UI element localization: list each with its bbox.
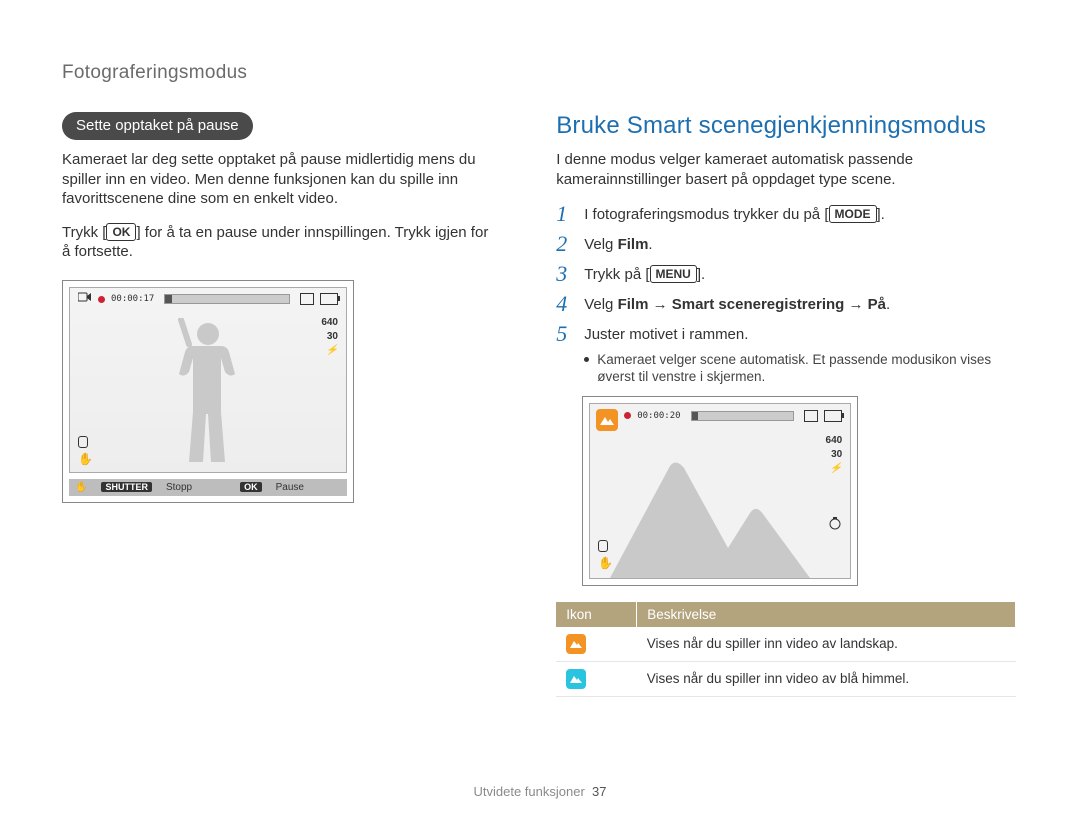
battery-icon: [320, 293, 338, 305]
landscape-icon: [566, 634, 586, 654]
step-number: 4: [556, 293, 572, 315]
table-cell-desc: Vises når du spiller inn video av blå hi…: [637, 661, 1016, 696]
shutter-action: Stopp: [166, 482, 192, 493]
record-dot-icon: [98, 296, 105, 303]
stabilize-footer-icon: ✋: [75, 482, 87, 493]
lcd-footer: ✋ SHUTTER Stopp OK Pause: [69, 479, 347, 496]
step-5: 5 Juster motivet i rammen. Kameraet velg…: [556, 323, 1020, 386]
page-footer: Utvidete funksjoner 37: [0, 784, 1080, 799]
step-number: 5: [556, 323, 572, 386]
step-1: 1 I fotograferingsmodus trykker du på [M…: [556, 203, 1020, 225]
elapsed-time: 00:00:17: [111, 294, 154, 304]
bullet-text: Kameraet velger scene automatisk. Et pas…: [597, 351, 1020, 386]
left-paragraph-2: Trykk [OK] for å ta en pause under innsp…: [62, 223, 496, 262]
table-cell-desc: Vises når du spiller inn video av landsk…: [637, 627, 1016, 662]
table-header-icon: Ikon: [556, 602, 637, 627]
progress-bar: [164, 294, 290, 304]
table-row: Vises når du spiller inn video av landsk…: [556, 627, 1016, 662]
text: Trykk [: [62, 224, 106, 241]
battery-icon: [824, 410, 842, 422]
text: Trykk på [: [584, 266, 649, 283]
stabilize-icon: ✋: [78, 452, 93, 466]
text: .: [648, 236, 652, 253]
footer-label: Utvidete funksjoner: [474, 784, 585, 799]
page-header: Fotograferingsmodus: [62, 62, 1020, 84]
ok-key-icon: OK: [106, 223, 136, 241]
progress-bar: [691, 411, 795, 421]
lcd-preview-left: 00:00:17 640 30 ⚡ ✋: [62, 280, 354, 503]
person-silhouette: [162, 318, 254, 468]
left-paragraph-1: Kameraet lar deg sette opptaket på pause…: [62, 150, 496, 209]
step-2: 2 Velg Film.: [556, 233, 1020, 255]
icon-description-table: Ikon Beskrivelse Vises når du spiller in…: [556, 602, 1016, 697]
subsection-pill: Sette opptaket på pause: [62, 112, 253, 140]
menu-key-icon: MENU: [650, 265, 697, 283]
flash-icon: ⚡: [321, 344, 338, 358]
resolution-indicators: 640 30 ⚡: [321, 316, 338, 358]
resolution: 640: [826, 434, 843, 448]
step-number: 1: [556, 203, 572, 225]
step-number: 3: [556, 263, 572, 285]
table-header-desc: Beskrivelse: [637, 602, 1016, 627]
text: ].: [697, 266, 705, 283]
fps: 30: [321, 330, 338, 344]
section-title: Bruke Smart scenegjenkjenningsmodus: [556, 112, 1020, 140]
text: .: [886, 296, 890, 313]
ok-action: Pause: [276, 482, 304, 493]
mountain-silhouette: [610, 458, 830, 578]
mic-icon: [598, 540, 608, 552]
page-number: 37: [592, 784, 606, 799]
left-indicators: ✋: [78, 436, 93, 468]
step-4: 4 Velg Film → Smart sceneregistrering → …: [556, 293, 1020, 315]
text: I fotograferingsmodus trykker du på [: [584, 206, 828, 223]
step-3: 3 Trykk på [MENU].: [556, 263, 1020, 285]
text: Velg: [584, 236, 617, 253]
text: Velg: [584, 296, 617, 313]
lcd-preview-right: 00:00:20 640 30 ⚡: [582, 396, 858, 586]
card-icon: [804, 410, 818, 422]
video-mode-icon: [78, 292, 92, 307]
ok-key-label: OK: [240, 482, 262, 492]
text: Juster motivet i rammen.: [584, 326, 748, 343]
shutter-key-label: SHUTTER: [101, 482, 152, 492]
text: ].: [877, 206, 885, 223]
mode-key-icon: MODE: [829, 205, 877, 223]
right-column: Bruke Smart scenegjenkjenningsmodus I de…: [556, 112, 1020, 697]
step-number: 2: [556, 233, 572, 255]
bold-text: Film → Smart sceneregistrering → På: [618, 296, 886, 313]
bullet-dot-icon: [584, 357, 589, 362]
card-icon: [300, 293, 314, 305]
elapsed-time: 00:00:20: [637, 411, 680, 421]
right-intro: I denne modus velger kameraet automatisk…: [556, 150, 1020, 189]
landscape-mode-badge: [596, 409, 618, 431]
step-5-bullet: Kameraet velger scene automatisk. Et pas…: [584, 351, 1020, 386]
table-row: Vises når du spiller inn video av blå hi…: [556, 661, 1016, 696]
sky-icon: [566, 669, 586, 689]
bold-text: Film: [618, 236, 649, 253]
mic-icon: [78, 436, 88, 448]
left-column: Sette opptaket på pause Kameraet lar deg…: [62, 112, 496, 697]
record-dot-icon: [624, 412, 631, 419]
resolution: 640: [321, 316, 338, 330]
